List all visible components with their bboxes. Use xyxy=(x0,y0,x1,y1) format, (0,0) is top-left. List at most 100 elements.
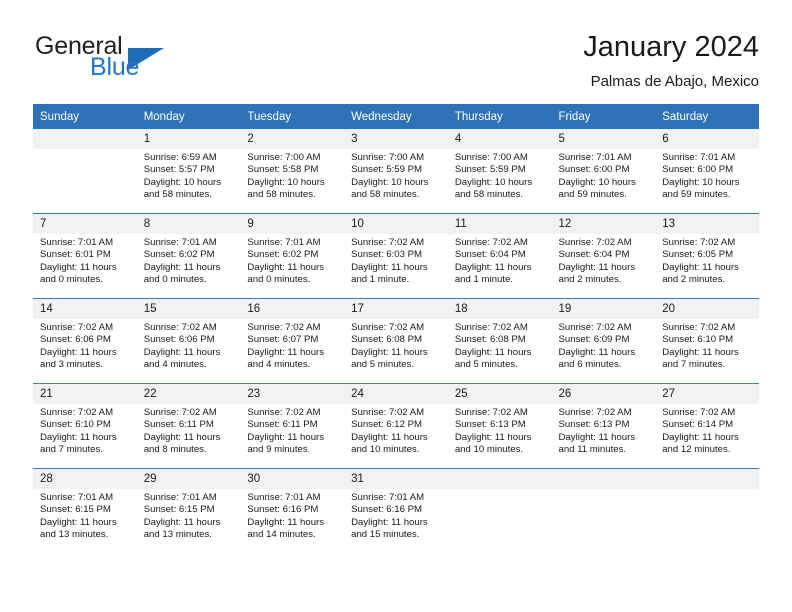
day-number: 10 xyxy=(344,214,448,234)
calendar-day-cell[interactable]: 9 Sunrise: 7:01 AM Sunset: 6:02 PM Daylight… xyxy=(240,213,345,299)
sunrise-text: Sunrise: 7:02 AM xyxy=(351,322,425,333)
sunset-text: Sunset: 6:02 PM xyxy=(143,249,215,261)
day-details: Sunrise: 7:01 AM Sunset: 6:00 PM Daylight:… xyxy=(552,149,656,207)
sunset-text: Sunset: 6:10 PM xyxy=(662,334,734,346)
calendar-day-cell[interactable]: 25 Sunrise: 7:02 AM Sunset: 6:13 PM Dayligh… xyxy=(447,383,552,469)
sunrise-text: Sunrise: 7:02 AM xyxy=(454,237,528,248)
daylight-text: Daylight: 11 hours and 0 minutes. xyxy=(143,261,221,286)
day-number: 24 xyxy=(344,384,448,404)
sunset-text: Sunset: 6:03 PM xyxy=(351,249,423,261)
weekday-header-friday: Friday xyxy=(551,104,656,129)
daylight-text: Daylight: 10 hours and 58 minutes. xyxy=(454,176,533,201)
day-cell-inner: 12 Sunrise: 7:02 AM Sunset: 6:04 PM Dayligh… xyxy=(551,214,656,298)
day-cell-inner: 21 Sunrise: 7:02 AM Sunset: 6:10 PM Dayligh… xyxy=(33,384,137,468)
calendar-day-cell[interactable]: 21 Sunrise: 7:02 AM Sunset: 6:10 PM Dayligh… xyxy=(33,383,137,469)
sunrise-text: Sunrise: 7:02 AM xyxy=(351,237,425,248)
daylight-text: Daylight: 10 hours and 58 minutes. xyxy=(143,176,222,201)
day-details: Sunrise: 7:01 AM Sunset: 6:15 PM Daylight:… xyxy=(33,489,137,547)
calendar-day-cell[interactable]: 13 Sunrise: 7:02 AM Sunset: 6:05 PM Dayligh… xyxy=(655,213,759,299)
calendar-day-cell[interactable]: 15 Sunrise: 7:02 AM Sunset: 6:06 PM Dayligh… xyxy=(136,298,241,384)
sunrise-text: Sunrise: 7:01 AM xyxy=(247,492,321,503)
calendar-day-cell[interactable]: 1 Sunrise: 6:59 AM Sunset: 5:57 PM Daylight… xyxy=(136,129,241,214)
sunset-text: Sunset: 6:04 PM xyxy=(454,249,526,261)
calendar-day-cell[interactable]: 28 Sunrise: 7:01 AM Sunset: 6:15 PM Dayligh… xyxy=(33,468,137,553)
calendar-day-cell[interactable]: 29 Sunrise: 7:01 AM Sunset: 6:15 PM Dayligh… xyxy=(136,468,241,553)
day-number: 31 xyxy=(344,469,448,489)
day-number: 27 xyxy=(655,384,759,404)
day-cell-inner: 18 Sunrise: 7:02 AM Sunset: 6:08 PM Dayligh… xyxy=(447,299,552,383)
day-details: Sunrise: 7:01 AM Sunset: 6:16 PM Daylight:… xyxy=(240,489,344,547)
calendar-day-cell[interactable]: 22 Sunrise: 7:02 AM Sunset: 6:11 PM Dayligh… xyxy=(136,383,241,469)
daylight-text: Daylight: 11 hours and 1 minute. xyxy=(351,261,428,286)
day-details: Sunrise: 7:01 AM Sunset: 6:00 PM Daylight:… xyxy=(655,149,759,207)
calendar-day-cell[interactable]: 27 Sunrise: 7:02 AM Sunset: 6:14 PM Dayligh… xyxy=(655,383,759,469)
day-details: Sunrise: 7:01 AM Sunset: 6:02 PM Daylight:… xyxy=(137,234,241,292)
calendar-day-cell[interactable]: 8 Sunrise: 7:01 AM Sunset: 6:02 PM Daylight… xyxy=(136,213,241,299)
day-number: 2 xyxy=(240,129,345,149)
sunset-text: Sunset: 6:13 PM xyxy=(558,419,630,431)
calendar-day-cell[interactable]: 6 Sunrise: 7:01 AM Sunset: 6:00 PM Daylight… xyxy=(655,129,759,214)
day-details: Sunrise: 7:02 AM Sunset: 6:11 PM Daylight:… xyxy=(240,404,344,462)
calendar-day-cell[interactable]: 3 Sunrise: 7:00 AM Sunset: 5:59 PM Daylight… xyxy=(344,129,448,214)
calendar-day-cell[interactable]: 11 Sunrise: 7:02 AM Sunset: 6:04 PM Dayligh… xyxy=(447,213,552,299)
daylight-text: Daylight: 11 hours and 6 minutes. xyxy=(558,346,636,371)
day-number: 9 xyxy=(240,214,345,234)
day-details: Sunrise: 7:02 AM Sunset: 6:04 PM Daylight:… xyxy=(448,234,552,292)
day-details: Sunrise: 7:02 AM Sunset: 6:11 PM Daylight:… xyxy=(137,404,241,462)
day-cell-inner: 23 Sunrise: 7:02 AM Sunset: 6:11 PM Dayligh… xyxy=(240,384,345,468)
sunrise-text: Sunrise: 7:01 AM xyxy=(247,237,321,248)
daylight-text: Daylight: 11 hours and 7 minutes. xyxy=(40,431,117,456)
sunset-text: Sunset: 6:08 PM xyxy=(351,334,423,346)
daylight-text: Daylight: 11 hours and 7 minutes. xyxy=(662,346,739,371)
calendar-day-cell[interactable]: 14 Sunrise: 7:02 AM Sunset: 6:06 PM Dayligh… xyxy=(33,298,137,384)
calendar-page: General Blue January 2024 Palmas de Abaj… xyxy=(0,0,792,612)
calendar-week-row: 21 Sunrise: 7:02 AM Sunset: 6:10 PM Dayligh… xyxy=(33,383,759,469)
calendar-day-cell[interactable]: 10 Sunrise: 7:02 AM Sunset: 6:03 PM Dayligh… xyxy=(344,213,448,299)
day-cell-inner: 20 Sunrise: 7:02 AM Sunset: 6:10 PM Dayligh… xyxy=(655,299,759,383)
calendar-day-cell[interactable]: 18 Sunrise: 7:02 AM Sunset: 6:08 PM Dayligh… xyxy=(447,298,552,384)
day-details: Sunrise: 7:02 AM Sunset: 6:09 PM Daylight:… xyxy=(552,319,656,377)
calendar-day-cell[interactable]: 30 Sunrise: 7:01 AM Sunset: 6:16 PM Dayligh… xyxy=(240,468,345,553)
weekday-header-wednesday: Wednesday xyxy=(344,104,448,129)
calendar-day-cell[interactable]: 12 Sunrise: 7:02 AM Sunset: 6:04 PM Dayligh… xyxy=(551,213,656,299)
brand-logo[interactable]: General Blue xyxy=(33,32,263,88)
day-number: 17 xyxy=(344,299,448,319)
calendar-day-cell[interactable]: 7 Sunrise: 7:01 AM Sunset: 6:01 PM Daylight… xyxy=(33,213,137,299)
calendar-day-cell[interactable]: 5 Sunrise: 7:01 AM Sunset: 6:00 PM Daylight… xyxy=(551,129,656,214)
day-cell-inner: 5 Sunrise: 7:01 AM Sunset: 6:00 PM Daylight… xyxy=(551,129,656,213)
day-number: 29 xyxy=(136,469,241,489)
calendar-day-cell[interactable]: 20 Sunrise: 7:02 AM Sunset: 6:10 PM Dayligh… xyxy=(655,298,759,384)
sunset-text: Sunset: 5:59 PM xyxy=(454,164,526,176)
calendar-day-cell[interactable]: 31 Sunrise: 7:01 AM Sunset: 6:16 PM Dayligh… xyxy=(344,468,448,553)
sunrise-text: Sunrise: 7:01 AM xyxy=(558,152,632,163)
calendar-day-cell[interactable]: 26 Sunrise: 7:02 AM Sunset: 6:13 PM Dayligh… xyxy=(551,383,656,469)
day-cell-inner xyxy=(33,129,137,213)
daylight-text: Daylight: 11 hours and 2 minutes. xyxy=(558,261,636,286)
day-cell-inner: 16 Sunrise: 7:02 AM Sunset: 6:07 PM Dayligh… xyxy=(240,299,345,383)
day-number: 20 xyxy=(655,299,759,319)
sunrise-text: Sunrise: 7:02 AM xyxy=(247,322,321,333)
calendar-day-cell[interactable]: 16 Sunrise: 7:02 AM Sunset: 6:07 PM Dayligh… xyxy=(240,298,345,384)
calendar-week-row: 28 Sunrise: 7:01 AM Sunset: 6:15 PM Dayligh… xyxy=(33,468,759,553)
calendar-day-cell[interactable]: 23 Sunrise: 7:02 AM Sunset: 6:11 PM Dayligh… xyxy=(240,383,345,469)
sunset-text: Sunset: 6:12 PM xyxy=(351,419,423,431)
calendar-day-cell[interactable]: 4 Sunrise: 7:00 AM Sunset: 5:59 PM Daylight… xyxy=(447,129,552,214)
sunset-text: Sunset: 6:15 PM xyxy=(40,504,111,516)
sunrise-text: Sunrise: 7:01 AM xyxy=(143,492,217,503)
day-cell-inner xyxy=(551,469,656,553)
sunset-text: Sunset: 6:11 PM xyxy=(143,419,214,431)
calendar-week-row: 14 Sunrise: 7:02 AM Sunset: 6:06 PM Dayligh… xyxy=(33,298,759,384)
daylight-text: Daylight: 11 hours and 2 minutes. xyxy=(662,261,739,286)
sunrise-text: Sunrise: 7:02 AM xyxy=(247,407,321,418)
calendar-day-cell[interactable]: 24 Sunrise: 7:02 AM Sunset: 6:12 PM Dayligh… xyxy=(344,383,448,469)
day-details: Sunrise: 7:02 AM Sunset: 6:06 PM Daylight:… xyxy=(33,319,137,377)
weekday-header-saturday: Saturday xyxy=(655,104,759,129)
calendar-day-cell[interactable]: 17 Sunrise: 7:02 AM Sunset: 6:08 PM Dayligh… xyxy=(344,298,448,384)
day-details: Sunrise: 7:02 AM Sunset: 6:07 PM Daylight:… xyxy=(240,319,344,377)
sunrise-text: Sunrise: 6:59 AM xyxy=(143,152,217,163)
daylight-text: Daylight: 10 hours and 58 minutes. xyxy=(351,176,429,201)
sunset-text: Sunset: 6:10 PM xyxy=(40,419,111,431)
calendar-day-cell[interactable]: 2 Sunrise: 7:00 AM Sunset: 5:58 PM Daylight… xyxy=(240,129,345,214)
day-number: 26 xyxy=(551,384,656,404)
calendar-day-cell[interactable]: 19 Sunrise: 7:02 AM Sunset: 6:09 PM Dayligh… xyxy=(551,298,656,384)
